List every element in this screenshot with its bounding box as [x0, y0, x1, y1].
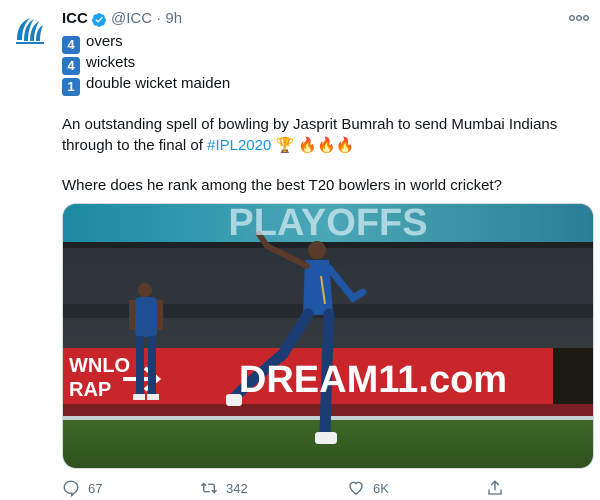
tweet-paragraph-2: Where does he rank among the best T20 bo…: [62, 177, 502, 194]
more-options-icon[interactable]: [568, 12, 590, 24]
stat-line-maiden: 1 double wicket maiden: [62, 74, 230, 96]
verified-badge-icon: [91, 13, 106, 27]
stat-text: double wicket maiden: [86, 75, 231, 92]
reply-icon: [63, 480, 79, 497]
retweet-icon: [201, 482, 217, 494]
retweet-count: 342: [226, 480, 248, 496]
like-button[interactable]: 6K: [347, 478, 389, 498]
playoffs-banner-text: PLAYOFFS: [228, 204, 427, 244]
icc-logo-icon: [8, 10, 52, 54]
like-count: 6K: [373, 480, 389, 496]
handle-time[interactable]: @ICC · 9h: [111, 10, 182, 27]
reply-count: 67: [88, 480, 103, 496]
sponsor-text: DREAM11.com: [239, 359, 507, 401]
handle[interactable]: @ICC: [111, 10, 152, 27]
reply-button[interactable]: 67: [62, 478, 102, 498]
bowler-celebration-image: PLAYOFFS WNLO RAP DREAM11.com: [63, 204, 593, 468]
stat-text: overs: [86, 33, 123, 50]
keycap-badge: 4: [62, 57, 80, 75]
author-name[interactable]: ICC: [62, 10, 88, 27]
share-button[interactable]: [486, 478, 504, 498]
separator: ·: [156, 10, 162, 27]
retweet-button[interactable]: 342: [200, 478, 248, 498]
tweet-photo[interactable]: PLAYOFFS WNLO RAP DREAM11.com: [62, 203, 594, 469]
stat-line-wickets: 4 wickets: [62, 53, 135, 75]
led-board-text-left: WNLO: [69, 355, 130, 377]
stat-text: wickets: [86, 54, 136, 71]
hashtag-link[interactable]: #IPL2020: [207, 137, 271, 154]
stat-line-overs: 4 overs: [62, 32, 123, 54]
keycap-badge: 1: [62, 78, 80, 96]
tweet-paragraph-1: An outstanding spell of bowling by Jaspr…: [62, 114, 592, 156]
avatar[interactable]: [8, 10, 52, 54]
tweet-actions: 67 342 6K: [62, 478, 592, 498]
timestamp[interactable]: 9h: [165, 10, 182, 27]
keycap-badge: 4: [62, 36, 80, 54]
heart-icon: [349, 481, 363, 495]
emoji-trophy-fire: 🏆 🔥🔥🔥: [275, 137, 355, 154]
led-board-text-left-2: RAP: [69, 379, 111, 401]
share-icon: [488, 480, 502, 495]
